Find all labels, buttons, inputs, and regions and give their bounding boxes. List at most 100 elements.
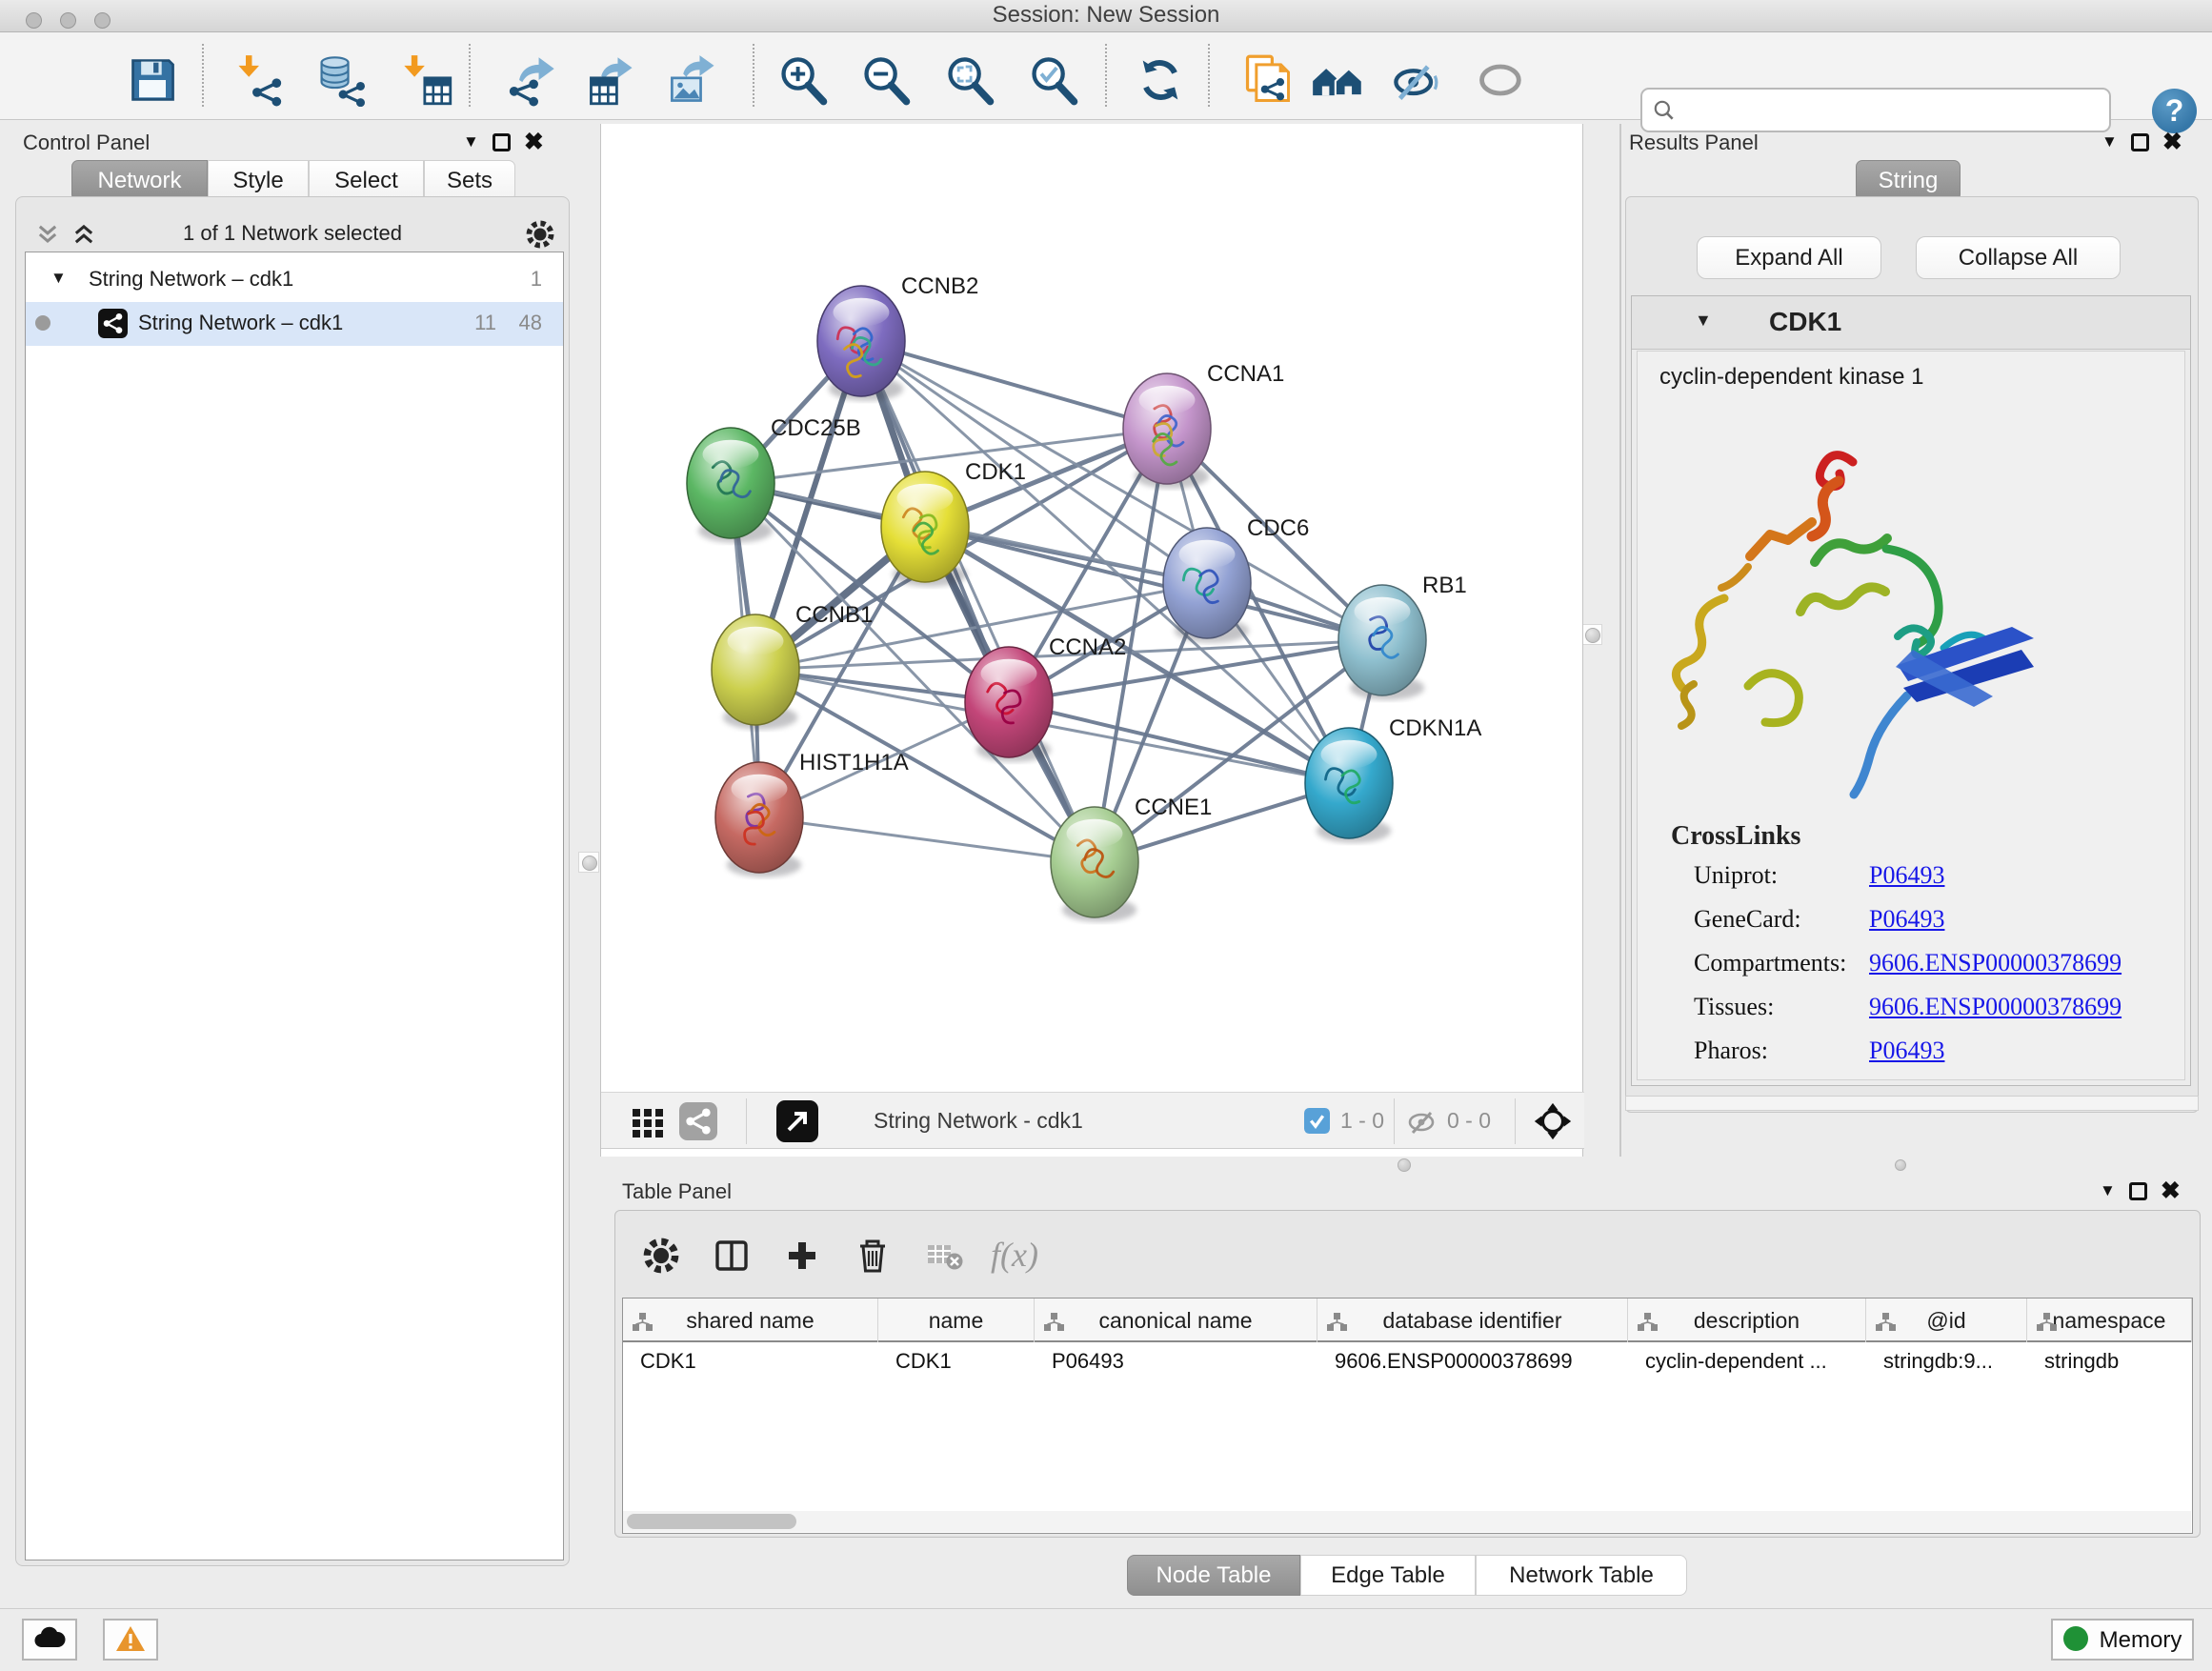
column-header-name[interactable]: name (878, 1299, 1035, 1342)
export-network-button[interactable] (505, 53, 558, 107)
crosslink-genecard-link[interactable]: P06493 (1869, 905, 1944, 934)
network-node-CCNB2[interactable] (817, 286, 905, 401)
show-all-button[interactable] (1475, 53, 1528, 107)
network-node-CCNA2[interactable] (965, 647, 1053, 762)
table-cell[interactable]: CDK1 (623, 1342, 878, 1380)
scrollbar-thumb[interactable] (627, 1514, 796, 1529)
table-panel-float-icon[interactable] (2129, 1182, 2147, 1200)
results-panel-close-icon[interactable]: ✖ (2162, 132, 2182, 151)
table-panel-collapse-icon[interactable]: ▼ (2100, 1181, 2116, 1200)
refresh-view-button[interactable] (1134, 53, 1187, 107)
cloud-status-button[interactable] (22, 1619, 77, 1661)
crosslink-uniprot-link[interactable]: P06493 (1869, 861, 1944, 890)
tab-network-table[interactable]: Network Table (1476, 1555, 1687, 1596)
network-node-CDKN1A[interactable] (1305, 728, 1393, 843)
protein-card-expander-icon[interactable]: ▼ (1695, 311, 1712, 331)
network-options-gear-icon[interactable] (524, 218, 556, 255)
function-builder-button[interactable]: f(x) (991, 1235, 1038, 1275)
network-edge-CCNB2-CCNA1[interactable] (861, 341, 1167, 429)
network-edge-CDKN1A-CCNA2[interactable] (1009, 702, 1349, 783)
results-split-handle[interactable] (1895, 1159, 1906, 1171)
table-cell[interactable]: stringdb:9... (1866, 1342, 2027, 1380)
crosslink-tissues-link[interactable]: 9606.ENSP00000378699 (1869, 993, 2122, 1021)
network-node-CCNE1[interactable] (1051, 807, 1138, 922)
zoom-in-button[interactable] (776, 53, 830, 107)
network-collection-row[interactable]: ▼ String Network – cdk1 1 (26, 258, 563, 302)
network-node-CDK1[interactable] (881, 472, 969, 587)
results-panel-collapse-icon[interactable]: ▼ (2101, 132, 2118, 151)
table-cell[interactable]: P06493 (1035, 1342, 1317, 1380)
table-cell[interactable]: 9606.ENSP00000378699 (1317, 1342, 1628, 1380)
import-table-from-file-button[interactable] (400, 53, 453, 107)
import-network-from-file-button[interactable] (232, 53, 286, 107)
column-header-database-identifier[interactable]: database identifier (1317, 1299, 1628, 1342)
export-table-button[interactable] (585, 53, 638, 107)
tab-sets[interactable]: Sets (424, 160, 515, 201)
column-header-description[interactable]: description (1628, 1299, 1866, 1342)
tab-edge-table[interactable]: Edge Table (1300, 1555, 1476, 1596)
right-split-handle[interactable] (1581, 624, 1602, 645)
create-column-button[interactable] (781, 1235, 823, 1277)
import-network-from-database-button[interactable] (314, 53, 368, 107)
expand-all-button[interactable]: Expand All (1697, 236, 1881, 279)
tab-select[interactable]: Select (309, 160, 424, 201)
network-node-CCNA1[interactable] (1123, 373, 1211, 489)
crosslink-pharos-link[interactable]: P06493 (1869, 1037, 1944, 1065)
memory-button[interactable]: Memory (2051, 1619, 2194, 1661)
left-split-handle[interactable] (578, 852, 599, 873)
tab-style[interactable]: Style (208, 160, 309, 201)
network-view-mode-icon[interactable] (679, 1102, 717, 1145)
column-header-canonical-name[interactable]: canonical name (1035, 1299, 1317, 1342)
table-cell[interactable]: cyclin-dependent ... (1628, 1342, 1866, 1380)
network-node-HIST1H1A[interactable] (715, 762, 803, 877)
tree-expander-icon[interactable]: ▼ (50, 269, 67, 288)
network-canvas[interactable]: CCNB2CCNA1CDC25BCDK1CDC6RB1CCNB1CCNA2CDK… (601, 124, 1584, 1092)
zoom-out-button[interactable] (859, 53, 913, 107)
birds-eye-view-icon[interactable] (1531, 1099, 1575, 1148)
network-mapped-column-icon (1327, 1311, 1347, 1337)
network-node-CCNB1[interactable] (712, 614, 799, 730)
zoom-fit-content-button[interactable] (943, 53, 996, 107)
network-row[interactable]: String Network – cdk1 11 48 (26, 302, 563, 346)
network-edge-CCNB2-CCNE1[interactable] (861, 341, 1095, 862)
selected-checkbox-icon[interactable] (1304, 1108, 1330, 1138)
table-panel-close-icon[interactable]: ✖ (2161, 1181, 2181, 1200)
control-panel-float-icon[interactable] (493, 133, 511, 151)
table-cell[interactable]: CDK1 (878, 1342, 1035, 1380)
show-columns-button[interactable] (711, 1235, 753, 1277)
export-image-button[interactable] (667, 53, 720, 107)
control-panel-close-icon[interactable]: ✖ (524, 132, 544, 151)
zoom-selected-button[interactable] (1027, 53, 1080, 107)
hidden-eye-slash-icon[interactable] (1406, 1105, 1438, 1142)
control-panel-collapse-icon[interactable]: ▼ (463, 132, 479, 151)
column-header--id[interactable]: @id (1866, 1299, 2027, 1342)
grid-view-icon[interactable] (632, 1106, 664, 1143)
table-cell[interactable]: stringdb (2027, 1342, 2192, 1380)
tab-node-table[interactable]: Node Table (1127, 1555, 1300, 1596)
first-neighbors-button[interactable] (1311, 53, 1364, 107)
detach-view-icon[interactable] (776, 1100, 818, 1147)
save-session-button[interactable] (126, 53, 179, 107)
results-panel-float-icon[interactable] (2131, 133, 2149, 151)
delete-table-button[interactable] (924, 1235, 966, 1277)
table-h-scrollbar[interactable] (623, 1511, 2191, 1532)
network-edge-CCNE1-HIST1H1A[interactable] (759, 817, 1095, 862)
crosslink-compartments-link[interactable]: 9606.ENSP00000378699 (1869, 949, 2122, 977)
tab-network[interactable]: Network (71, 160, 208, 201)
warnings-button[interactable] (103, 1619, 158, 1661)
open-session-button[interactable] (38, 53, 91, 107)
protein-card-header[interactable]: ▼ CDK1 (1632, 296, 2190, 350)
network-node-RB1[interactable] (1338, 585, 1426, 700)
delete-column-button[interactable] (852, 1235, 894, 1277)
tab-string[interactable]: String (1856, 160, 1961, 201)
collapse-all-button[interactable]: Collapse All (1916, 236, 2121, 279)
bottom-split-handle[interactable] (1398, 1158, 1411, 1172)
network-node-CDC25B[interactable] (687, 428, 774, 543)
clone-network-button[interactable] (1240, 53, 1294, 107)
column-header-namespace[interactable]: namespace (2027, 1299, 2192, 1342)
hide-selected-button[interactable] (1391, 53, 1444, 107)
table-options-gear-button[interactable] (640, 1235, 682, 1277)
table-row[interactable]: CDK1CDK1P064939606.ENSP00000378699cyclin… (623, 1342, 2192, 1380)
column-header-shared-name[interactable]: shared name (623, 1299, 878, 1342)
results-scrollbar[interactable] (1625, 1096, 2199, 1111)
